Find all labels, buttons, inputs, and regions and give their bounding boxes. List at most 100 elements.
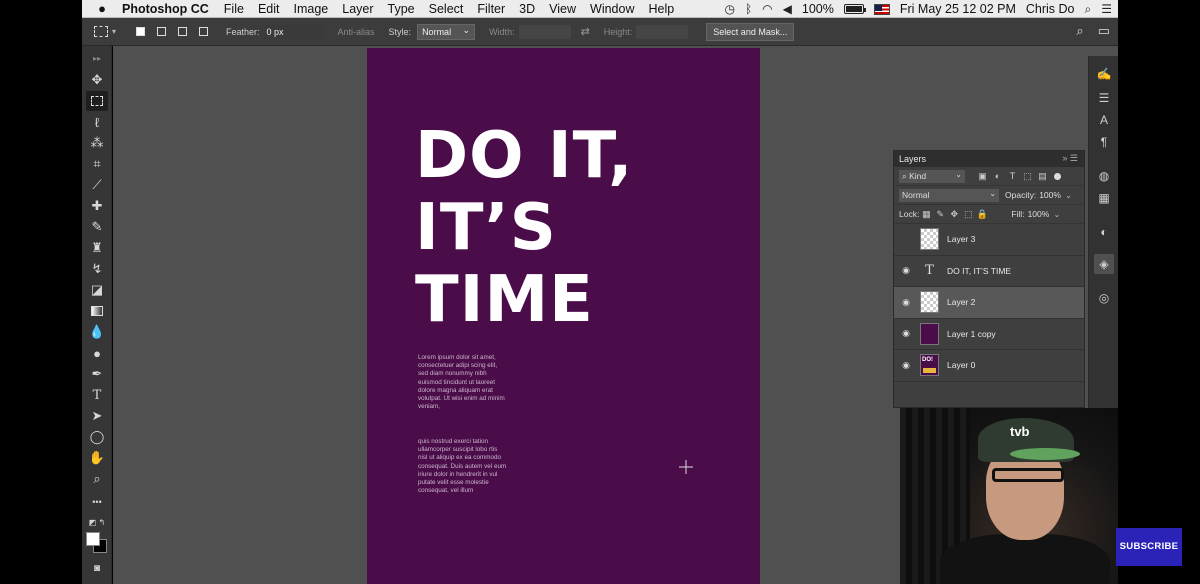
intersect-selection-button[interactable] — [195, 23, 212, 40]
menu-file[interactable]: File — [224, 2, 244, 16]
lock-transparent-pixels-icon[interactable]: ▦ — [919, 209, 933, 220]
eye-icon[interactable]: ◉ — [894, 360, 918, 371]
paragraph-panel-icon[interactable]: ¶ — [1094, 132, 1114, 152]
layer-row-layer-3[interactable]: Layer 3 — [894, 224, 1084, 256]
volume-icon[interactable]: ◀ — [783, 2, 792, 16]
smart-object-filter-icon[interactable]: ▤ — [1035, 171, 1050, 182]
menu-edit[interactable]: Edit — [258, 2, 280, 16]
swatches-panel-icon[interactable]: ▦ — [1094, 188, 1114, 208]
swap-width-height-icon[interactable]: ⇄ — [581, 25, 590, 38]
type-tool-icon[interactable]: T — [86, 385, 108, 405]
subtract-from-selection-button[interactable] — [174, 23, 191, 40]
ellipse-tool-icon[interactable]: ◯ — [86, 427, 108, 447]
layer-name[interactable]: Layer 0 — [947, 360, 975, 370]
antialias-checkbox[interactable]: Anti-alias — [338, 27, 375, 37]
blur-tool-icon[interactable]: 💧 — [86, 322, 108, 342]
eye-icon[interactable]: ◉ — [894, 265, 918, 276]
layer-name[interactable]: DO IT, IT’S TIME — [947, 266, 1011, 276]
spotlight-search-icon[interactable]: ⌕ — [1085, 2, 1092, 17]
clone-stamp-tool-icon[interactable]: ♜ — [86, 238, 108, 258]
crop-tool-icon[interactable]: ⌗ — [86, 154, 108, 174]
layers-panel-icon[interactable]: ◈ — [1094, 254, 1114, 274]
battery-icon[interactable] — [843, 4, 866, 14]
menu-image[interactable]: Image — [294, 2, 329, 16]
height-input[interactable] — [636, 24, 689, 39]
menu-window[interactable]: Window — [590, 2, 634, 16]
lasso-tool-icon[interactable]: ℓ — [86, 112, 108, 132]
time-machine-icon[interactable]: ◷ — [724, 2, 734, 16]
menubar-datetime[interactable]: Fri May 25 12 02 PM — [900, 2, 1016, 16]
layers-panel-title[interactable]: Layers — [899, 154, 926, 164]
path-selection-tool-icon[interactable]: ➤ — [86, 406, 108, 426]
add-to-selection-button[interactable] — [153, 23, 170, 40]
input-source-flag-icon[interactable] — [873, 3, 890, 15]
edit-toolbar-icon[interactable]: ••• — [86, 492, 108, 512]
healing-brush-tool-icon[interactable]: ✚ — [86, 196, 108, 216]
panel-collapse-icon[interactable]: ▸▸ — [86, 48, 108, 68]
eyedropper-tool-icon[interactable]: ⟋ — [86, 175, 108, 195]
feather-input[interactable]: 0 px — [263, 24, 324, 39]
lock-artboard-icon[interactable]: ⬚ — [961, 209, 975, 220]
menu-layer[interactable]: Layer — [342, 2, 373, 16]
pen-tool-icon[interactable]: ✒ — [86, 364, 108, 384]
history-brush-tool-icon[interactable]: ↯ — [86, 259, 108, 279]
workspace-switcher-icon[interactable]: ▭ — [1098, 23, 1110, 39]
adjustments-panel-icon[interactable]: ◐ — [1094, 222, 1114, 242]
layer-name[interactable]: Layer 2 — [947, 297, 975, 307]
default-colors-icon[interactable]: ◩ ↰ — [86, 512, 108, 532]
dodge-tool-icon[interactable]: ● — [86, 343, 108, 363]
menubar-user[interactable]: Chris Do — [1026, 2, 1075, 16]
lock-position-icon[interactable]: ✥ — [947, 209, 961, 220]
lock-all-icon[interactable]: 🔒 — [975, 209, 989, 220]
shape-layer-filter-icon[interactable]: ⬚ — [1020, 171, 1035, 182]
pixel-layer-filter-icon[interactable]: ▣ — [975, 171, 990, 182]
bluetooth-icon[interactable]: ᛒ — [745, 2, 752, 16]
brush-settings-icon[interactable]: ✍ — [1094, 64, 1114, 84]
layer-row-layer-1-copy[interactable]: ◉ Layer 1 copy — [894, 319, 1084, 350]
menu-filter[interactable]: Filter — [477, 2, 505, 16]
eraser-tool-icon[interactable]: ◪ — [86, 280, 108, 300]
app-menu-name[interactable]: Photoshop CC — [122, 2, 209, 16]
new-selection-button[interactable] — [132, 23, 149, 40]
layer-name[interactable]: Layer 3 — [947, 234, 975, 244]
tool-preset-picker[interactable]: ▾ — [94, 22, 128, 42]
menu-select[interactable]: Select — [429, 2, 464, 16]
gradient-tool-icon[interactable] — [86, 301, 108, 321]
notification-center-icon[interactable]: ☰ — [1101, 2, 1112, 16]
layer-row-layer-2[interactable]: ◉ Layer 2 — [894, 287, 1084, 319]
type-layer-filter-icon[interactable]: T — [1005, 171, 1020, 181]
quick-mask-icon[interactable]: ◙ — [86, 558, 108, 578]
panel-menu-icon[interactable]: » ☰ — [1062, 153, 1078, 164]
select-and-mask-button[interactable]: Select and Mask... — [706, 22, 795, 41]
lock-image-pixels-icon[interactable]: ✎ — [933, 209, 947, 220]
filter-kind-select[interactable]: ⌕ Kind — [899, 168, 965, 183]
color-panel-icon[interactable]: ◍ — [1094, 166, 1114, 186]
menu-type[interactable]: Type — [388, 2, 415, 16]
layer-row-layer-0[interactable]: ◉ Layer 0 — [894, 350, 1084, 382]
wifi-icon[interactable]: ◠ — [762, 2, 772, 16]
subscribe-button[interactable]: SUBSCRIBE — [1116, 528, 1182, 566]
layer-name[interactable]: Layer 1 copy — [947, 329, 996, 339]
style-select[interactable]: Normal — [417, 23, 476, 40]
foreground-color-swatch[interactable] — [86, 532, 100, 546]
menu-help[interactable]: Help — [649, 2, 675, 16]
blend-mode-select[interactable]: Normal — [899, 187, 999, 202]
adjustment-layer-filter-icon[interactable]: ◐ — [990, 171, 1005, 181]
opacity-input[interactable]: 100% — [1039, 190, 1065, 200]
eye-icon[interactable]: ◉ — [894, 328, 918, 339]
chevron-down-icon[interactable]: ⌄ — [1054, 210, 1061, 219]
document-canvas[interactable]: DO IT, IT’S TIME Lorem ipsum dolor sit a… — [367, 48, 760, 584]
chevron-down-icon[interactable]: ⌄ — [1065, 191, 1072, 200]
eye-icon[interactable]: ◉ — [894, 297, 918, 308]
move-tool-icon[interactable]: ✥ — [86, 70, 108, 90]
fill-input[interactable]: 100% — [1028, 209, 1054, 219]
hand-tool-icon[interactable]: ✋ — [86, 448, 108, 468]
search-icon[interactable]: ⌕ — [1076, 23, 1083, 39]
adjustments-sliders-icon[interactable]: ☰ — [1094, 88, 1114, 108]
menu-view[interactable]: View — [549, 2, 576, 16]
quick-selection-tool-icon[interactable]: ⁂ — [86, 133, 108, 153]
apple-icon[interactable]: ● — [90, 1, 114, 16]
width-input[interactable] — [518, 24, 571, 39]
character-panel-icon[interactable]: A — [1094, 110, 1114, 130]
layer-row-text[interactable]: ◉ T DO IT, IT’S TIME — [894, 256, 1084, 287]
